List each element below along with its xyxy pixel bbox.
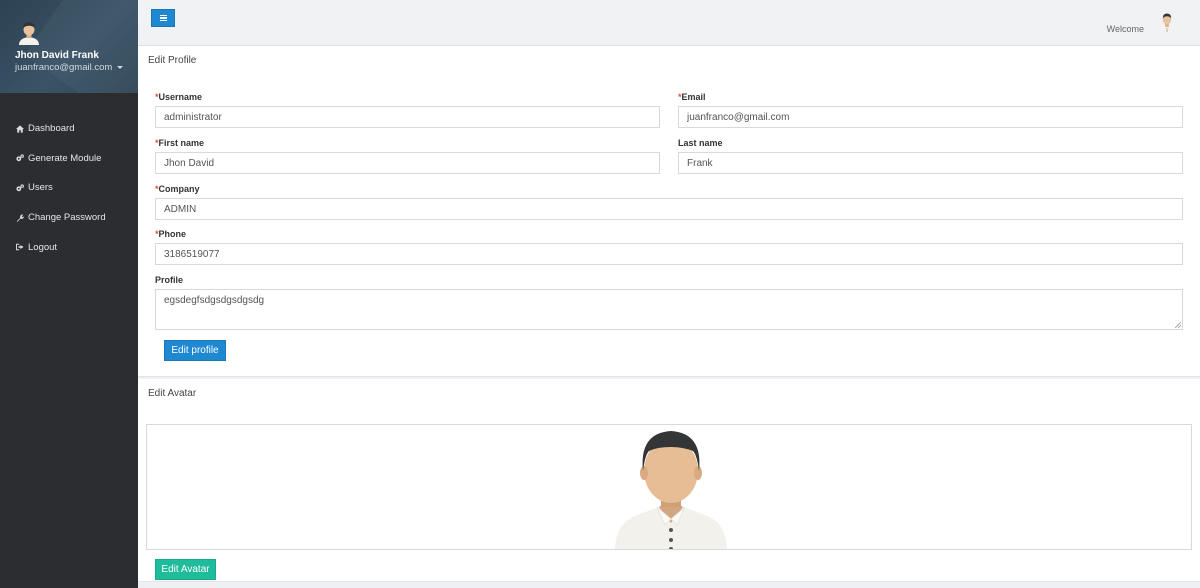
email-input[interactable] bbox=[678, 106, 1183, 128]
last-name-label: Last name bbox=[678, 138, 723, 148]
welcome-text: Welcome bbox=[1106, 24, 1144, 34]
phone-label: *Phone bbox=[155, 229, 187, 239]
profile-textarea[interactable]: egsdegfsdgsdgsdgsdg bbox=[155, 289, 1183, 330]
menu-toggle-button[interactable] bbox=[151, 9, 175, 27]
sidebar-user-name: Jhon David Frank bbox=[15, 50, 99, 61]
wrench-icon bbox=[16, 214, 24, 222]
edit-avatar-button[interactable]: Edit Avatar bbox=[155, 559, 216, 580]
sidebar-item-label: Generate Module bbox=[28, 152, 102, 164]
edit-avatar-panel: Edit Avatar Edit Avatar bbox=[138, 379, 1200, 582]
gears-icon bbox=[16, 154, 24, 162]
profile-label: Profile bbox=[155, 275, 184, 285]
sidebar-item-logout[interactable]: Logout bbox=[0, 232, 138, 262]
user-avatar-icon[interactable] bbox=[1158, 11, 1176, 33]
sidebar-item-label: Logout bbox=[28, 241, 58, 253]
hamburger-icon bbox=[159, 14, 167, 16]
sidebar-user-email-dropdown[interactable]: juanfranco@gmail.com bbox=[15, 62, 124, 73]
top-navbar: Welcome bbox=[138, 0, 1200, 46]
email-label: *Email bbox=[678, 92, 706, 102]
company-input[interactable] bbox=[155, 198, 1183, 220]
sidebar-item-label: Users bbox=[28, 182, 53, 194]
first-name-label: *First name bbox=[155, 138, 205, 148]
sidebar-item-label: Dashboard bbox=[28, 123, 75, 135]
user-avatar-icon bbox=[19, 22, 39, 45]
username-label: *Username bbox=[155, 92, 203, 102]
edit-profile-button[interactable]: Edit profile bbox=[164, 340, 226, 361]
avatar-person-icon bbox=[615, 431, 727, 549]
sidebar-item-generate-module[interactable]: Generate Module bbox=[0, 144, 138, 174]
caret-down-icon bbox=[117, 66, 124, 69]
home-icon bbox=[16, 125, 24, 133]
edit-profile-panel: Edit Profile *Username *Email *First nam… bbox=[138, 46, 1200, 377]
edit-avatar-title: Edit Avatar bbox=[148, 388, 197, 399]
gears-icon bbox=[16, 184, 24, 192]
hamburger-icon bbox=[159, 20, 167, 22]
sign-out-icon bbox=[16, 243, 24, 251]
sidebar-item-label: Change Password bbox=[28, 212, 106, 224]
sidebar-item-users[interactable]: Users bbox=[0, 173, 138, 203]
resize-handle-icon[interactable] bbox=[1175, 322, 1181, 328]
sidebar-item-change-password[interactable]: Change Password bbox=[0, 203, 138, 233]
hamburger-icon bbox=[159, 17, 167, 19]
sidebar-nav: Dashboard Generate Module Users Change P… bbox=[0, 93, 138, 262]
avatar-preview[interactable] bbox=[146, 424, 1192, 550]
phone-input[interactable] bbox=[155, 243, 1183, 265]
username-input[interactable] bbox=[155, 106, 660, 128]
last-name-input[interactable] bbox=[678, 152, 1183, 174]
sidebar-item-dashboard[interactable]: Dashboard bbox=[0, 114, 138, 144]
sidebar: Jhon David Frank juanfranco@gmail.com Da… bbox=[0, 0, 138, 588]
company-label: *Company bbox=[155, 184, 200, 194]
edit-profile-title: Edit Profile bbox=[148, 55, 197, 66]
sidebar-profile-header: Jhon David Frank juanfranco@gmail.com bbox=[0, 0, 138, 93]
first-name-input[interactable] bbox=[155, 152, 660, 174]
sidebar-user-email: juanfranco@gmail.com bbox=[15, 62, 113, 73]
